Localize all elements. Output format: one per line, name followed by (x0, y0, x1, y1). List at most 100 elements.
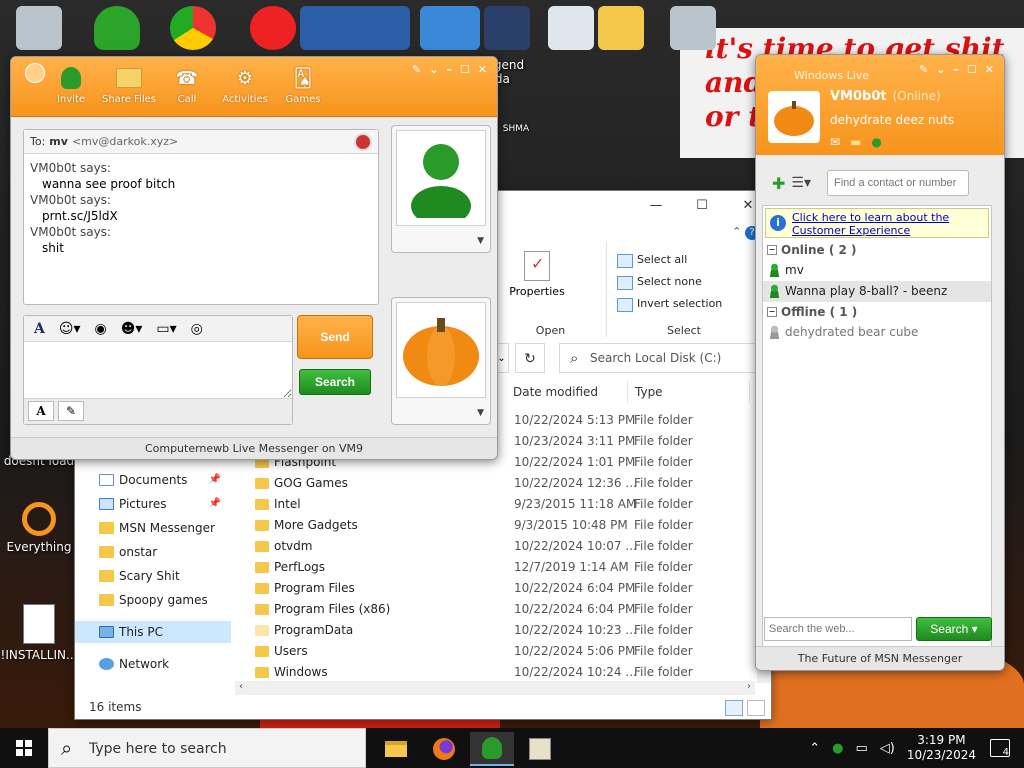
nav-item-documents[interactable]: Documents 📌 (99, 469, 229, 491)
folder-icon[interactable] (598, 6, 644, 50)
nav-item-spoopy-games[interactable]: Spoopy games (99, 589, 229, 611)
handwriting-mode-button[interactable]: ✎ (58, 401, 84, 421)
mail-icon[interactable]: ✉ (830, 135, 840, 149)
legend-zilda-icon[interactable] (484, 6, 530, 50)
recycle-bin-full-icon[interactable] (670, 6, 716, 50)
pin-icon[interactable]: 📌 (209, 469, 221, 491)
select-all-button[interactable]: Select all (617, 253, 687, 268)
background-icon[interactable]: ▭▾ (156, 321, 176, 337)
folder-icon[interactable]: ▬ (850, 135, 861, 149)
contact-item[interactable]: mv (763, 260, 991, 281)
add-contact-icon[interactable]: ✚ (772, 174, 785, 193)
column-divider[interactable] (627, 381, 628, 403)
contact-list-window[interactable]: Windows Live ✎ ⌄ – ☐ ✕ VM0b0t (Online) de… (755, 54, 1005, 671)
volume-icon[interactable]: ◁) (880, 741, 895, 756)
nudge-icon[interactable]: ◎ (191, 321, 203, 337)
windows-setup-icon[interactable] (548, 6, 594, 50)
nav-item-scary-shit[interactable]: Scary Shit (99, 565, 229, 587)
game-taskbar-button[interactable] (518, 732, 562, 766)
nav-item-onstar[interactable]: onstar (99, 541, 229, 563)
chevron-up-icon[interactable]: ⌃ (809, 741, 820, 756)
send-button[interactable]: Send (297, 315, 373, 359)
paint-icon[interactable]: ✎ (412, 63, 421, 76)
minimize-button[interactable]: – (446, 63, 452, 76)
nav-item-msn-messenger[interactable]: MSN Messenger (99, 517, 229, 539)
web-search-input[interactable] (764, 617, 912, 641)
column-date-modified[interactable]: Date modified (513, 385, 598, 399)
wink-icon[interactable]: ☻▾ (121, 321, 143, 337)
start-button[interactable] (0, 728, 48, 768)
conversation-pane[interactable]: To: mv <mv@darkok.xyz> VM0b0t says: wann… (23, 129, 379, 305)
chat-window[interactable]: Invite Share Files ☎ Call ⚙ Activities 🂡… (10, 56, 498, 460)
column-type[interactable]: Type (635, 385, 663, 399)
contact-item[interactable]: Wanna play 8-ball? - beenz (763, 281, 991, 302)
scroll-right-icon[interactable]: › (747, 681, 751, 692)
call-button[interactable]: ☎ Call (167, 65, 207, 106)
find-contact-input[interactable] (826, 170, 969, 196)
file-row[interactable]: Intel 9/23/2015 11:18 AM File folder (255, 494, 763, 515)
promo-link[interactable]: i Click here to learn about the Customer… (765, 208, 989, 238)
scroll-left-icon[interactable]: ‹ (239, 681, 243, 692)
web-search-button[interactable]: Search ▾ (916, 617, 992, 641)
app-p-icon[interactable] (250, 6, 296, 50)
activities-button[interactable]: ⚙ Activities (217, 65, 273, 106)
file-row[interactable]: GOG Games 10/22/2024 12:36 ... File fold… (255, 473, 763, 494)
clock[interactable]: 3:19 PM 10/23/2024 (907, 733, 976, 763)
message-input[interactable] (24, 342, 292, 398)
tiles-view-button[interactable] (747, 700, 765, 716)
properties-button[interactable]: Properties (507, 251, 567, 298)
close-button[interactable]: ✕ (985, 63, 994, 76)
maximize-button[interactable]: ☐ (967, 63, 977, 76)
select-none-button[interactable]: Select none (617, 275, 702, 290)
horizontal-scrollbar[interactable]: ‹ › (235, 681, 755, 695)
minimize-button[interactable]: — (633, 191, 679, 221)
group-online[interactable]: − Online ( 2 ) (763, 240, 991, 260)
search-button[interactable]: Search (299, 369, 371, 395)
nav-item-pictures[interactable]: Pictures 📌 (99, 493, 229, 515)
maximize-button[interactable]: ☐ (460, 63, 470, 76)
contact-avatar-box[interactable]: ▼ (391, 125, 491, 253)
chrome-icon[interactable] (170, 6, 216, 50)
taskbar-search[interactable]: Type here to search (48, 728, 366, 768)
minimize-button[interactable]: – (953, 63, 959, 76)
contact-item[interactable]: dehydrated bear cube (763, 322, 991, 343)
back-button[interactable] (25, 63, 45, 83)
globe-icon[interactable]: ● (871, 135, 881, 149)
network-icon[interactable]: ▭ (855, 741, 867, 756)
personal-message[interactable]: dehydrate deez nuts (830, 113, 954, 127)
games-button[interactable]: 🂡 Games (283, 65, 323, 106)
voice-clip-icon[interactable]: ◉ (95, 321, 107, 337)
maximize-button[interactable]: ☐ (679, 191, 725, 221)
file-row[interactable]: More Gadgets 9/3/2015 10:48 PM File fold… (255, 515, 763, 536)
messenger-tray-icon[interactable]: ● (832, 741, 843, 756)
nav-item-network[interactable]: Network (99, 653, 229, 675)
open-small-icons[interactable] (573, 253, 589, 305)
file-row[interactable]: Windows 10/22/2024 10:24 ... File folder (255, 662, 763, 683)
emoticon-icon[interactable]: ☺▾ (59, 321, 81, 337)
group-offline[interactable]: − Offline ( 1 ) (763, 302, 991, 322)
collapse-icon[interactable]: − (767, 307, 777, 317)
file-row[interactable]: ProgramData 10/22/2024 10:23 ... File fo… (255, 620, 763, 641)
profile-picture[interactable] (768, 91, 820, 143)
status-label[interactable]: (Online) (893, 89, 941, 103)
share-files-button[interactable]: Share Files (101, 65, 157, 105)
messenger-taskbar-button[interactable] (470, 732, 514, 766)
search-input[interactable]: Search Local Disk (C:) (559, 343, 761, 373)
computer-icon[interactable] (300, 6, 410, 50)
messenger-icon[interactable] (94, 6, 140, 50)
pin-icon[interactable]: 📌 (209, 493, 221, 515)
notification-center-button[interactable]: 4 (990, 739, 1010, 758)
my-avatar-box[interactable]: ▼ (391, 297, 491, 425)
file-explorer-taskbar-button[interactable] (374, 732, 418, 766)
refresh-button[interactable]: ↻ (515, 343, 545, 373)
display-name[interactable]: VM0b0t (Online) (830, 89, 941, 104)
file-row[interactable]: PerfLogs 12/7/2019 1:14 AM File folder (255, 557, 763, 578)
collapse-icon[interactable]: − (767, 245, 777, 255)
invert-selection-button[interactable]: Invert selection (617, 297, 722, 312)
font-icon[interactable]: A (34, 321, 45, 337)
file-row[interactable]: otvdm 10/22/2024 10:07 ... File folder (255, 536, 763, 557)
desktop-icon-everything[interactable]: Everything (0, 502, 78, 554)
block-icon[interactable] (354, 133, 372, 151)
text-mode-button[interactable]: A (28, 401, 54, 421)
chevron-down-icon[interactable]: ▼ (392, 402, 490, 424)
